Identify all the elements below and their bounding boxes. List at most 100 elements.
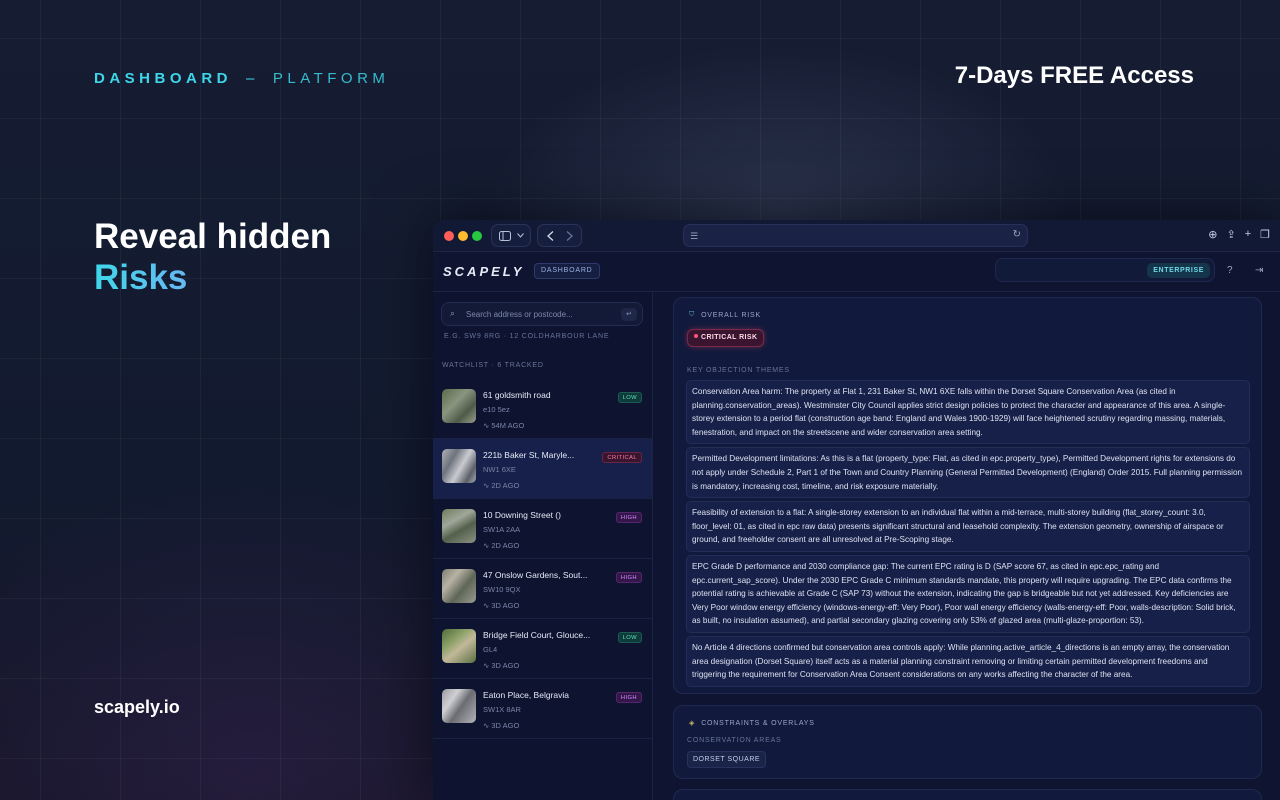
aerial-thumbnail	[442, 449, 476, 483]
item-updated-text: 3D AGO	[491, 661, 520, 670]
plan-badge: ENTERPRISE	[1147, 263, 1210, 278]
logout-icon[interactable]: ⇥	[1255, 265, 1263, 276]
app-header: SCAPELY DASHBOARD ENTERPRISE ? ⇥	[433, 252, 1280, 292]
page-menu-icon[interactable]: ☰	[690, 231, 698, 242]
risk-badge: LOW	[617, 392, 642, 403]
item-updated: ∿ 3D AGO	[483, 721, 520, 730]
close-window-button[interactable]	[444, 231, 454, 241]
zoom-window-button[interactable]	[472, 231, 482, 241]
watchlist-item[interactable]: 47 Onslow Gardens, Sout... SW10 9QX ∿ 3D…	[433, 559, 652, 619]
reload-icon[interactable]: ↻	[1013, 229, 1021, 240]
sidebar-toggle-button[interactable]	[491, 224, 531, 247]
site-url: scapely.io	[94, 697, 180, 717]
item-name: 10 Downing Street ()	[483, 510, 561, 520]
theme-item: Feasibility of extension to a flat: A si…	[686, 501, 1250, 552]
hero-line-2: Risks	[94, 257, 331, 298]
aerial-thumbnail	[442, 569, 476, 603]
banner-label: DASHBOARD – PLATFORM	[94, 70, 389, 87]
enter-key-icon[interactable]: ↵	[621, 308, 637, 321]
tabs-overview-icon[interactable]: ❐	[1260, 228, 1270, 241]
risk-badge: HIGH	[615, 512, 642, 523]
aerial-thumbnail	[442, 689, 476, 723]
risk-badge: LOW	[617, 632, 642, 643]
item-updated-text: 2D AGO	[491, 541, 520, 550]
risk-badge: HIGH	[615, 692, 642, 703]
new-tab-icon[interactable]: +	[1245, 228, 1251, 241]
main-panel: ⛉ OVERALL RISK CRITICAL RISK KEY OBJECTI…	[654, 292, 1280, 800]
item-updated-text: 54M AGO	[491, 421, 525, 430]
back-icon[interactable]	[546, 230, 554, 241]
item-name: Bridge Field Court, Glouce...	[483, 630, 591, 640]
objection-themes: Conservation Area harm: The property at …	[686, 380, 1250, 690]
aerial-thumbnail	[442, 389, 476, 423]
next-card	[673, 789, 1262, 800]
item-updated-text: 2D AGO	[491, 481, 520, 490]
watchlist-item[interactable]: Bridge Field Court, Glouce... GL4 ∿ 3D A…	[433, 619, 652, 679]
critical-risk-badge: CRITICAL RISK	[687, 329, 765, 347]
overall-risk-heading: ⛉ OVERALL RISK	[689, 311, 761, 319]
browser-window: ☰ ↻ ⊕ ⇪ + ❐ SCAPELY DASHBOARD ENTERPRISE…	[433, 220, 1280, 800]
critical-risk-text: CRITICAL RISK	[701, 334, 758, 341]
watchlist-item[interactable]: 10 Downing Street () SW1A 2AA ∿ 2D AGO H…	[433, 499, 652, 559]
hero-heading: Reveal hidden Risks	[94, 216, 331, 298]
overall-risk-card: ⛉ OVERALL RISK CRITICAL RISK KEY OBJECTI…	[673, 297, 1262, 694]
minimize-window-button[interactable]	[458, 231, 468, 241]
item-updated-text: 3D AGO	[491, 721, 520, 730]
address-search: ⌕ ↵	[441, 302, 643, 326]
nav-dashboard-pill[interactable]: DASHBOARD	[534, 263, 600, 279]
item-updated-text: 3D AGO	[491, 601, 520, 610]
share-icon[interactable]: ⇪	[1226, 228, 1235, 241]
item-postcode: SW1X 8AR	[483, 705, 521, 714]
browser-actions: ⊕ ⇪ + ❐	[1208, 228, 1270, 241]
conservation-area-chip: DORSET SQUARE	[687, 751, 767, 768]
aerial-thumbnail	[442, 629, 476, 663]
theme-item: Conservation Area harm: The property at …	[686, 380, 1250, 445]
banner-separator: –	[246, 70, 259, 87]
search-input[interactable]	[466, 307, 616, 322]
constraints-title: CONSTRAINTS & OVERLAYS	[701, 719, 815, 727]
item-name: Eaton Place, Belgravia	[483, 690, 569, 700]
item-updated: ∿ 3D AGO	[483, 661, 520, 670]
banner-platform: PLATFORM	[272, 70, 390, 87]
search-icon: ⌕	[450, 308, 456, 318]
item-updated: ∿ 54M AGO	[483, 421, 525, 430]
item-postcode: GL4	[483, 645, 498, 654]
item-name: 221b Baker St, Maryle...	[483, 450, 575, 460]
browser-toolbar: ☰ ↻ ⊕ ⇪ + ❐	[433, 220, 1280, 252]
overall-risk-title: OVERALL RISK	[701, 311, 761, 319]
item-postcode: e10 5ez	[483, 405, 510, 414]
forward-icon[interactable]	[566, 230, 573, 241]
constraints-card: ◈ CONSTRAINTS & OVERLAYS CONSERVATION AR…	[673, 705, 1262, 779]
item-updated: ∿ 2D AGO	[483, 541, 520, 550]
conservation-areas-label: CONSERVATION AREAS	[687, 737, 782, 744]
watchlist-item[interactable]: 61 goldsmith road e10 5ez ∿ 54M AGO LOW	[433, 379, 652, 439]
item-name: 61 goldsmith road	[483, 390, 551, 400]
item-updated: ∿ 3D AGO	[483, 601, 520, 610]
item-updated: ∿ 2D AGO	[483, 481, 520, 490]
risk-badge: HIGH	[615, 572, 642, 583]
risk-badge: CRITICAL	[602, 452, 642, 463]
chevron-down-icon	[516, 233, 524, 238]
layers-icon: ◈	[689, 720, 696, 727]
watchlist-item[interactable]: Eaton Place, Belgravia SW1X 8AR ∿ 3D AGO…	[433, 679, 652, 739]
download-icon[interactable]: ⊕	[1208, 228, 1217, 241]
offer-text: 7-Days FREE Access	[954, 62, 1194, 89]
theme-item: No Article 4 directions confirmed but co…	[686, 635, 1250, 687]
banner-dashboard: DASHBOARD	[94, 70, 232, 87]
sidebar: ⌕ ↵ E.G. SW9 8RG · 12 COLDHARBOUR LANE W…	[433, 292, 653, 800]
history-nav	[537, 224, 582, 247]
aerial-thumbnail	[442, 509, 476, 543]
watchlist-title: WATCHLIST · 6 TRACKED	[442, 362, 544, 369]
theme-item: EPC Grade D performance and 2030 complia…	[686, 554, 1250, 633]
shield-icon: ⛉	[689, 311, 696, 318]
watchlist-item[interactable]: 221b Baker St, Maryle... NW1 6XE ∿ 2D AG…	[433, 439, 652, 499]
watchlist: 61 goldsmith road e10 5ez ∿ 54M AGO LOW …	[433, 379, 652, 739]
sidebar-icon	[498, 230, 511, 241]
help-icon[interactable]: ?	[1227, 265, 1233, 276]
account-bar[interactable]: ENTERPRISE	[995, 258, 1215, 282]
address-bar[interactable]: ☰ ↻	[683, 224, 1028, 247]
app-logo[interactable]: SCAPELY	[443, 264, 524, 279]
item-postcode: SW1A 2AA	[483, 525, 521, 534]
theme-item: Permitted Development limitations: As th…	[686, 447, 1250, 499]
item-postcode: NW1 6XE	[483, 465, 516, 474]
